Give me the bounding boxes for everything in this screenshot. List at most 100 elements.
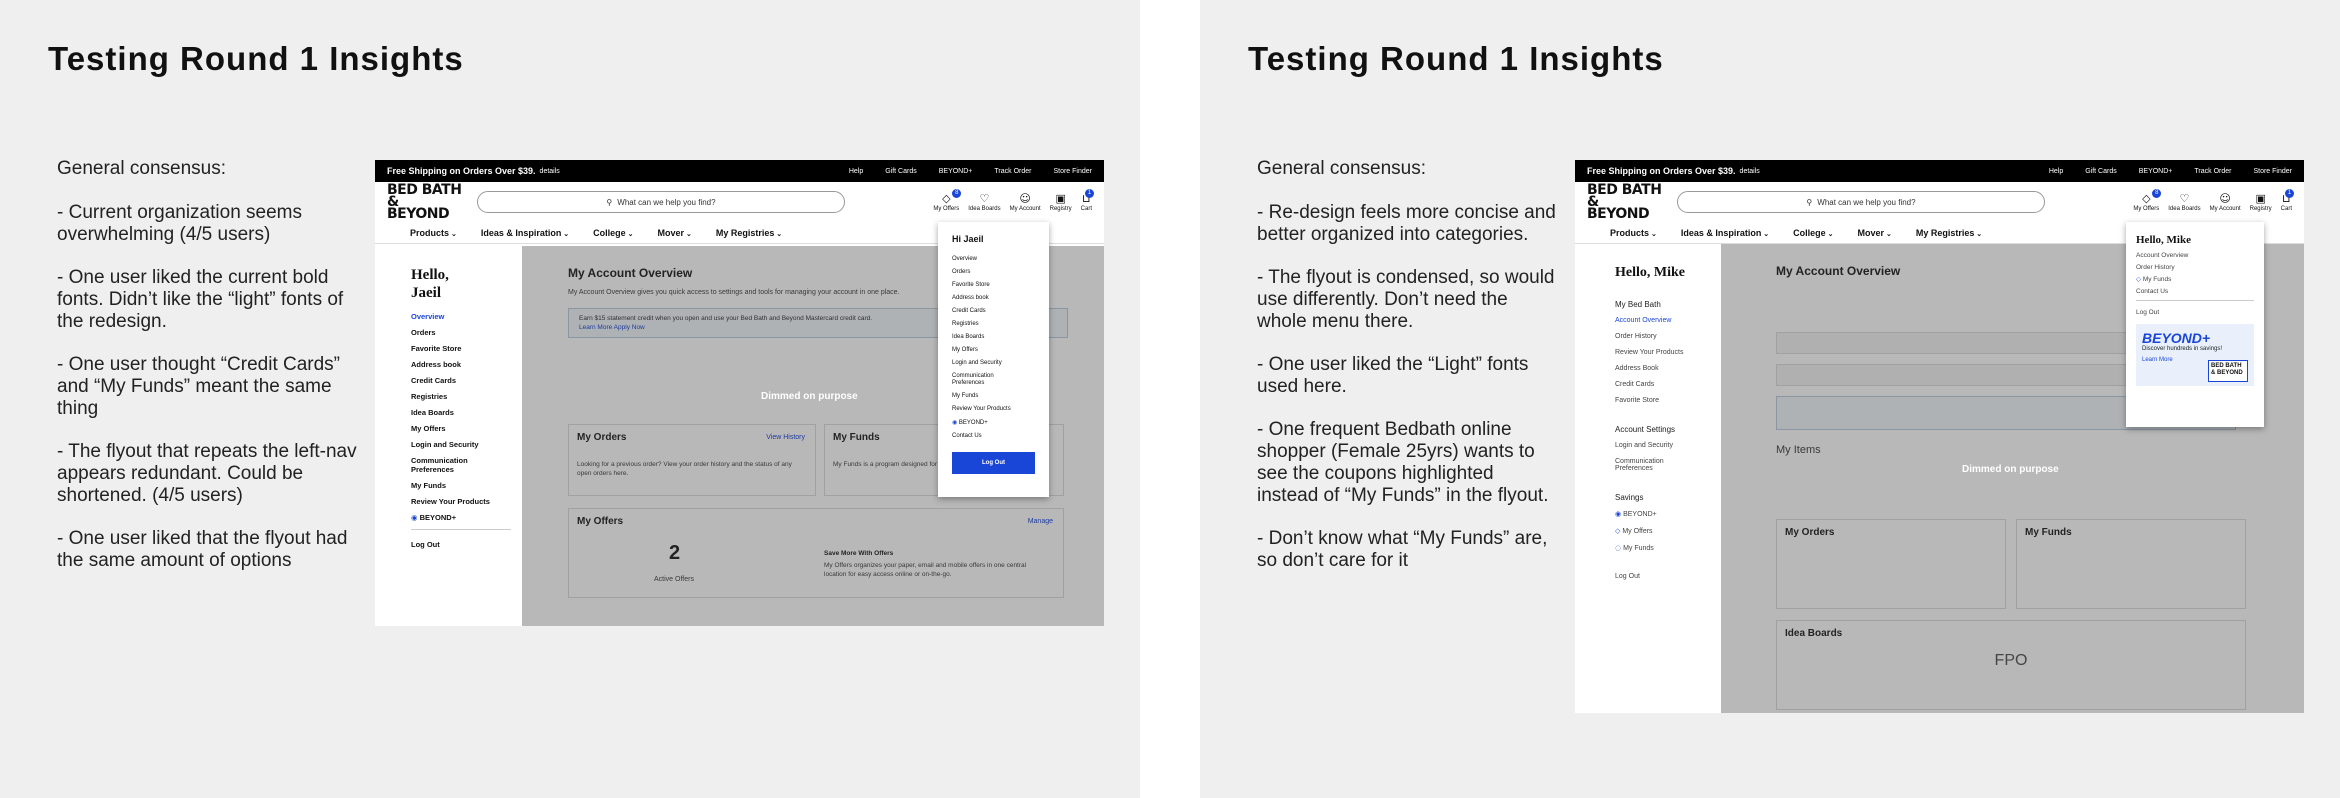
flyout-item[interactable]: Contact Us — [2136, 288, 2254, 295]
leftnav-item[interactable]: Communication Preferences — [1615, 458, 1685, 472]
site-header: BED BATH & BEYOND ⚲ What can we help you f… — [375, 182, 1104, 222]
flyout-item[interactable]: Favorite Store — [952, 282, 1035, 289]
site-logo[interactable]: BED BATH & BEYOND — [1587, 183, 1667, 221]
top-link-track-order[interactable]: Track Order — [994, 168, 1031, 175]
flyout-item[interactable]: Registries — [952, 321, 1035, 328]
leftnav-item[interactable]: Review Your Products — [411, 497, 522, 506]
dim-label: Dimmed on purpose — [761, 391, 858, 402]
leftnav-item-funds[interactable]: ◌ My Funds — [1615, 544, 1721, 552]
top-link-gift-cards[interactable]: Gift Cards — [2085, 168, 2117, 175]
flyout-item[interactable]: Order History — [2136, 264, 2254, 271]
account-left-nav: Hello, Jaeil Overview Orders Favorite St… — [375, 246, 522, 626]
leftnav-item[interactable]: Registries — [411, 392, 522, 401]
top-link-beyond[interactable]: BEYOND+ — [939, 168, 973, 175]
flyout-logout-link[interactable]: Log Out — [2136, 309, 2254, 316]
promo-details-link[interactable]: details — [1740, 168, 1760, 175]
leftnav-item[interactable]: Order History — [1615, 333, 1721, 340]
account-page-mockup-redesign: Free Shipping on Orders Over $39. detail… — [1575, 160, 2304, 713]
flyout-item[interactable]: My Funds — [952, 393, 1035, 400]
my-offers-button[interactable]: ◇ 8 My Offers — [2133, 188, 2162, 212]
flyout-item[interactable]: Review Your Products — [952, 406, 1035, 413]
registry-button[interactable]: ▣ Registry — [1050, 192, 1072, 212]
note: - One user liked the “Light” fonts used … — [1257, 354, 1529, 397]
top-link-store-finder[interactable]: Store Finder — [1053, 168, 1092, 175]
beyond-promo[interactable]: BEYOND+ Discover hundreds in savings! Le… — [2136, 324, 2254, 386]
flyout-item[interactable]: Communication Preferences — [952, 373, 1007, 387]
nav-ideas[interactable]: Ideas & Inspiration — [1681, 228, 1769, 238]
leftnav-item[interactable]: Credit Cards — [411, 376, 522, 385]
flyout-logout-button[interactable]: Log Out — [952, 452, 1035, 474]
leftnav-item[interactable]: Favorite Store — [411, 344, 522, 353]
flyout-item[interactable]: Orders — [952, 269, 1035, 276]
flyout-item[interactable]: Login and Security — [952, 360, 1035, 367]
cart-button[interactable]: ⊔ 1 Cart — [2281, 188, 2294, 212]
leftnav-item[interactable]: Credit Cards — [1615, 381, 1721, 388]
leftnav-item-offers[interactable]: ◇ My Offers — [1615, 527, 1721, 535]
my-account-button[interactable]: ☺ My Account — [1010, 191, 1041, 212]
leftnav-item[interactable]: My Offers — [411, 424, 522, 433]
flyout-item[interactable]: Address book — [952, 295, 1035, 302]
nav-college[interactable]: College — [593, 228, 633, 238]
my-offers-button[interactable]: ◇ 8 My Offers — [933, 188, 962, 212]
leftnav-item[interactable]: Login and Security — [1615, 442, 1721, 449]
leftnav-item[interactable]: Communication Preferences — [411, 456, 481, 474]
flyout-greeting: Hello, Mike — [2136, 234, 2191, 246]
slide-2: Testing Round 1 Insights General consens… — [1200, 0, 2340, 798]
leftnav-item[interactable]: Favorite Store — [1615, 397, 1721, 404]
leftnav-item[interactable]: Overview — [411, 312, 522, 321]
leftnav-item-beyond[interactable]: ◉ BEYOND+ — [411, 513, 522, 522]
site-logo[interactable]: BED BATH & BEYOND — [387, 183, 467, 221]
leftnav-item[interactable]: Login and Security — [411, 440, 522, 449]
flyout-item-beyond[interactable]: ◉ BEYOND+ — [952, 419, 1035, 427]
leftnav-item[interactable]: Address book — [411, 360, 522, 369]
top-link-gift-cards[interactable]: Gift Cards — [885, 168, 917, 175]
nav-my-registries[interactable]: My Registries — [1916, 228, 1982, 238]
leftnav-item[interactable]: Idea Boards — [411, 408, 522, 417]
cart-button[interactable]: ⊔ 1 Cart — [1081, 188, 1094, 212]
slide-title: Testing Round 1 Insights — [1248, 40, 1664, 77]
tag-icon: ◇ — [1615, 527, 1621, 535]
search-input[interactable]: ⚲ What can we help you find? — [1677, 191, 2045, 213]
idea-boards-button[interactable]: ♡ Idea Boards — [968, 192, 1000, 212]
flyout-item[interactable]: Contact Us — [952, 433, 1035, 440]
tag-icon: ◇ — [2136, 275, 2141, 283]
leftnav-item[interactable]: Account Overview — [1615, 317, 1721, 324]
top-link-beyond[interactable]: BEYOND+ — [2139, 168, 2173, 175]
nav-products[interactable]: Products — [1610, 228, 1657, 238]
flyout-item[interactable]: Account Overview — [2136, 252, 2254, 259]
nav-mover[interactable]: Mover — [658, 228, 692, 238]
note: General consensus: — [57, 158, 226, 179]
user-icon: ☺ — [1019, 191, 1031, 205]
promo-text: Free Shipping on Orders Over $39. — [387, 166, 536, 176]
leftnav-item[interactable]: Orders — [411, 328, 522, 337]
top-link-help[interactable]: Help — [2049, 168, 2063, 175]
flyout-item[interactable]: Credit Cards — [952, 308, 1035, 315]
idea-boards-button[interactable]: ♡ Idea Boards — [2168, 192, 2200, 212]
top-link-store-finder[interactable]: Store Finder — [2253, 168, 2292, 175]
top-link-help[interactable]: Help — [849, 168, 863, 175]
note: - One user liked the current bold fonts.… — [57, 267, 344, 332]
nav-products[interactable]: Products — [410, 228, 457, 238]
search-input[interactable]: ⚲ What can we help you find? — [477, 191, 845, 213]
flyout-item[interactable]: Overview — [952, 256, 1035, 263]
slide-1: Testing Round 1 Insights General consens… — [0, 0, 1140, 798]
logout-link[interactable]: Log Out — [1615, 573, 1721, 580]
leftnav-item[interactable]: My Funds — [411, 481, 522, 490]
nav-college[interactable]: College — [1793, 228, 1833, 238]
promo-details-link[interactable]: details — [540, 168, 560, 175]
flyout-item[interactable]: Idea Boards — [952, 334, 1035, 341]
note: - One user thought “Credit Cards” and “M… — [57, 354, 341, 419]
flyout-item[interactable]: My Offers — [952, 347, 1035, 354]
leftnav-item[interactable]: Review Your Products — [1615, 349, 1721, 356]
nav-ideas[interactable]: Ideas & Inspiration — [481, 228, 569, 238]
my-account-button[interactable]: ☺ My Account — [2210, 192, 2241, 212]
nav-mover[interactable]: Mover — [1858, 228, 1892, 238]
top-link-track-order[interactable]: Track Order — [2194, 168, 2231, 175]
leftnav-item-beyond[interactable]: ◉ BEYOND+ — [1615, 510, 1721, 518]
leftnav-item[interactable]: Address Book — [1615, 365, 1721, 372]
logout-link[interactable]: Log Out — [411, 540, 522, 549]
flyout-item-funds[interactable]: ◇ My Funds — [2136, 275, 2254, 284]
greeting: Hello, Mike — [1615, 265, 1685, 280]
nav-my-registries[interactable]: My Registries — [716, 228, 782, 238]
registry-button[interactable]: ▣ Registry — [2250, 192, 2272, 212]
